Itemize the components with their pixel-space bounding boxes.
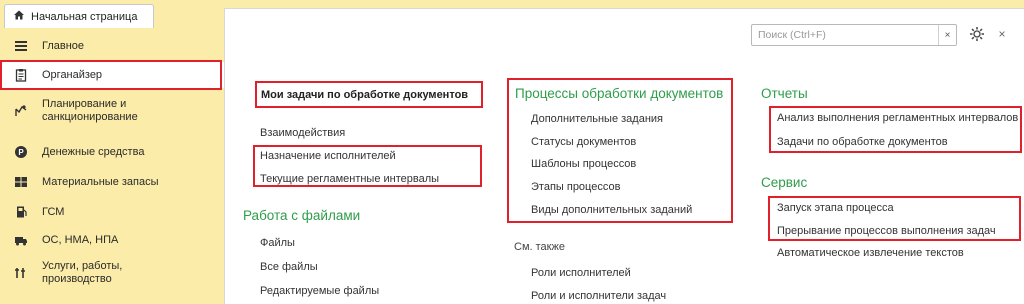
sidebar-item-assets[interactable]: ОС, НМА, НПА — [0, 231, 224, 249]
fuel-icon — [14, 205, 28, 219]
sidebar-item-money[interactable]: P Денежные средства — [0, 143, 224, 161]
boxes-icon — [14, 175, 28, 189]
sidebar-item-label: Планирование и санкционирование — [42, 98, 138, 123]
files-section-header: Работа с файлами — [243, 208, 361, 223]
tab-strip: Начальная страница — [0, 0, 224, 30]
clear-search-button[interactable]: × — [938, 25, 956, 45]
auto-text-extraction-link[interactable]: Автоматическое извлечение текстов — [777, 247, 964, 259]
close-button[interactable]: × — [995, 27, 1009, 41]
executor-roles-link[interactable]: Роли исполнителей — [531, 267, 631, 279]
all-files-link[interactable]: Все файлы — [260, 261, 318, 273]
planning-icon — [14, 104, 28, 118]
sidebar-item-services[interactable]: Услуги, работы, производство — [0, 258, 224, 288]
highlight-box — [255, 81, 483, 108]
search-input[interactable]: Поиск (Ctrl+F) × — [751, 24, 957, 46]
sidebar-item-label: Денежные средства — [42, 145, 145, 158]
interactions-link[interactable]: Взаимодействия — [260, 127, 345, 139]
task-roles-link[interactable]: Роли и исполнители задач — [531, 290, 666, 302]
sidebar-item-label: Главное — [42, 39, 85, 52]
files-link[interactable]: Файлы — [260, 237, 295, 249]
sidebar-item-label: Материальные запасы — [42, 175, 159, 188]
highlight-box — [253, 145, 482, 187]
menu-lines-icon — [14, 39, 28, 53]
highlight-box — [507, 78, 733, 223]
highlight-box — [769, 106, 1022, 153]
service-header: Сервис — [761, 175, 808, 190]
highlight-box — [0, 60, 222, 90]
search-placeholder: Поиск (Ctrl+F) — [758, 29, 826, 41]
sidebar-item-label: ГСМ — [42, 205, 65, 218]
see-also-label: См. также — [514, 241, 565, 253]
sidebar-item-planning[interactable]: Планирование и санкционирование — [0, 97, 224, 125]
home-icon — [13, 9, 25, 24]
tab-home-label: Начальная страница — [31, 10, 138, 23]
sidebar-item-main[interactable]: Главное — [0, 37, 224, 55]
sidebar-item-label: Услуги, работы, производство — [42, 260, 123, 285]
svg-text:P: P — [18, 148, 24, 157]
coin-icon: P — [14, 145, 28, 159]
highlight-box — [768, 196, 1021, 241]
gear-icon[interactable] — [969, 26, 985, 42]
sidebar-item-fuel[interactable]: ГСМ — [0, 203, 224, 221]
truck-icon — [14, 233, 28, 247]
sidebar-item-inventory[interactable]: Материальные запасы — [0, 173, 224, 191]
edited-files-link[interactable]: Редактируемые файлы — [260, 285, 379, 297]
reports-header: Отчеты — [761, 86, 808, 101]
sidebar-item-label: ОС, НМА, НПА — [42, 233, 119, 246]
tab-home[interactable]: Начальная страница — [4, 4, 154, 28]
services-icon — [14, 266, 28, 280]
